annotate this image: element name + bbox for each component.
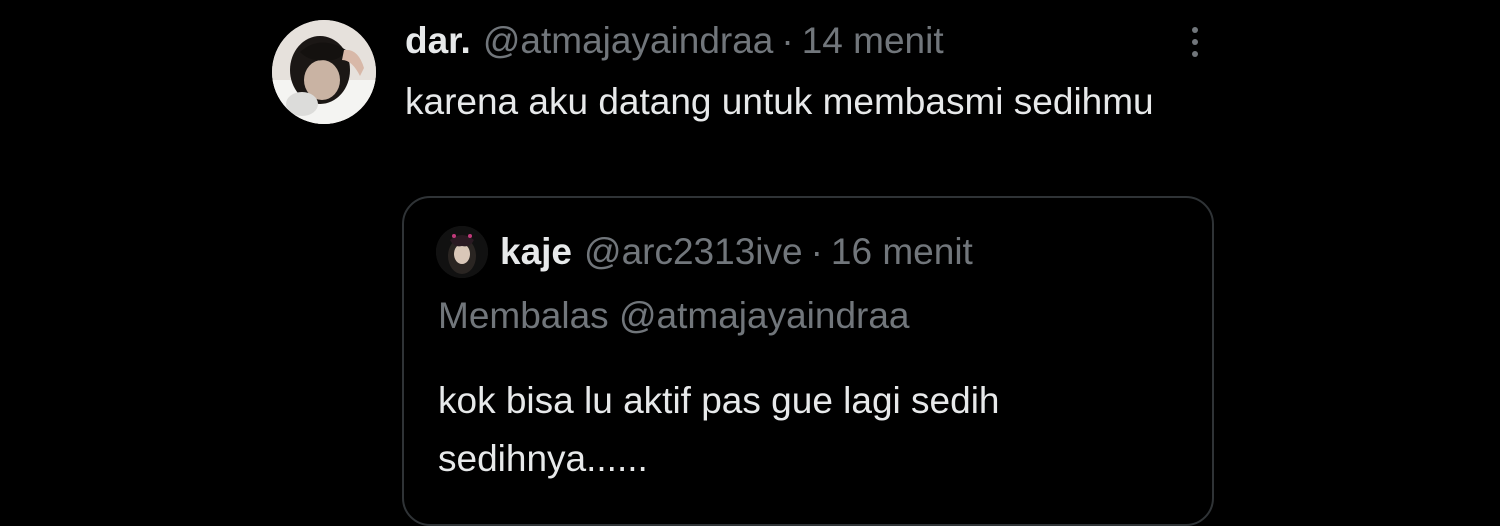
tweet-header: dar. @atmajayaindraa · 14 menit	[405, 18, 944, 64]
quoted-display-name: kaje	[500, 231, 573, 272]
quoted-tweet-card[interactable]: kaje @arc2313ive · 16 menit Membalas @at…	[402, 196, 1214, 526]
quoted-timestamp: 16 menit	[830, 231, 973, 272]
quoted-username-handle: @arc2313ive	[584, 231, 803, 272]
quoted-separator-dot: ·	[810, 231, 823, 272]
username-handle[interactable]: @atmajayaindraa	[483, 18, 774, 64]
separator-dot: ·	[781, 20, 794, 61]
more-dot	[1192, 27, 1198, 33]
quoted-tweet-text: kok bisa lu aktif pas gue lagi sedih sed…	[438, 380, 1000, 479]
display-name[interactable]: dar.	[405, 18, 471, 64]
quoted-tweet-header: kaje @arc2313ive · 16 menit	[436, 224, 973, 280]
tweet-text: karena aku datang untuk membasmi sedihmu	[405, 81, 1154, 122]
more-vertical-icon[interactable]	[1182, 22, 1208, 62]
timestamp[interactable]: 14 menit	[802, 18, 944, 64]
more-dot	[1192, 39, 1198, 45]
avatar[interactable]	[272, 20, 376, 124]
reply-context: Membalas @atmajayaindraa	[438, 295, 910, 336]
quoted-avatar	[436, 226, 488, 278]
more-dot	[1192, 51, 1198, 57]
